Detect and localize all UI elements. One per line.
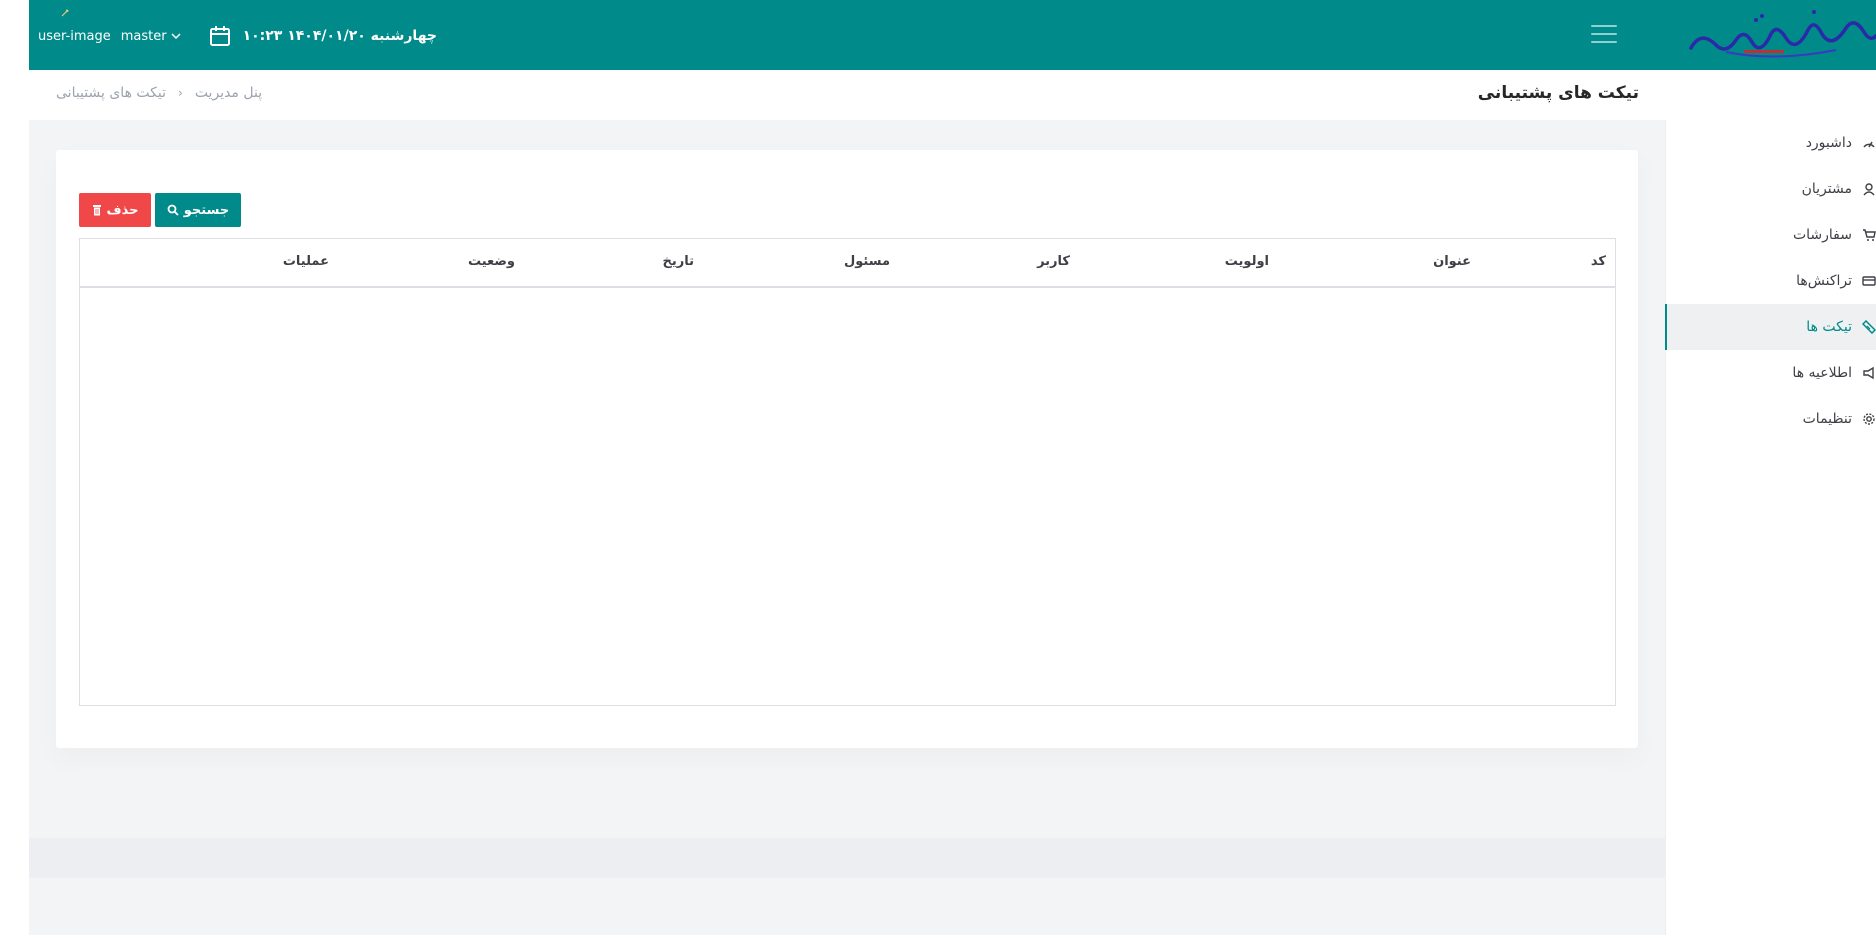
megaphone-icon (1863, 366, 1874, 380)
pin-icon (61, 9, 69, 17)
breadcrumb-current: تیکت های پشتیبانی (56, 85, 166, 101)
user-icon (1863, 183, 1875, 196)
breadcrumb: تیکت های پشتیبانی › پنل مدیریت (56, 85, 262, 101)
sidebar-item-dashboard[interactable]: داشبورد (1665, 120, 1876, 166)
sidebar-item-tickets[interactable]: تیکت ها (1665, 304, 1876, 350)
column-header-priority[interactable]: اولویت (1225, 254, 1269, 269)
delete-button[interactable]: حذف (79, 193, 151, 227)
table-header-row: کد عنوان اولویت کاربر مسئول تاریخ وضعیت … (80, 239, 1615, 288)
sidebar-item-customers[interactable]: مشتریان (1665, 166, 1876, 212)
sidebar-item-label: تنظیمات (1802, 411, 1852, 427)
column-header-assignee[interactable]: مسئول (844, 254, 890, 269)
gear-icon (1863, 413, 1875, 425)
sidebar-item-announcements[interactable]: اطلاعیه ها (1665, 350, 1876, 396)
user-image-label[interactable]: user-image (38, 29, 111, 44)
ticket-icon (1862, 320, 1876, 334)
chevron-down-icon[interactable] (171, 32, 181, 40)
column-header-status[interactable]: وضعیت (468, 254, 515, 269)
column-header-title[interactable]: عنوان (1433, 254, 1471, 269)
search-icon (167, 204, 179, 216)
column-header-date[interactable]: تاریخ (663, 254, 695, 269)
delete-button-label: حذف (106, 202, 139, 218)
sidebar-item-settings[interactable]: تنظیمات (1665, 396, 1876, 442)
tickets-table: کد عنوان اولویت کاربر مسئول تاریخ وضعیت … (79, 238, 1616, 706)
cart-icon (1863, 229, 1876, 241)
card-icon (1862, 276, 1876, 286)
column-header-user[interactable]: کاربر (1037, 254, 1070, 269)
page-footer (29, 838, 1665, 878)
chevron-right-icon: › (178, 86, 183, 100)
page-title: تیکت های پشتیبانی (1477, 83, 1639, 103)
sidebar-item-orders[interactable]: سفارشات (1665, 212, 1876, 258)
trash-icon (92, 205, 101, 216)
search-button-label: جستجو (183, 202, 230, 218)
sidebar-item-label: داشبورد (1805, 135, 1852, 151)
sidebar-item-label: تیکت ها (1806, 319, 1852, 335)
branch-selector[interactable]: master (121, 29, 167, 44)
search-button[interactable]: جستجو (155, 193, 241, 227)
column-header-actions[interactable]: عملیات (283, 254, 329, 269)
column-header-code[interactable]: کد (1591, 254, 1606, 269)
sidebar: داشبورد مشتریان سفارشات تراکنش‌ها تیکت ه… (1665, 120, 1876, 935)
sidebar-item-label: سفارشات (1792, 227, 1852, 243)
sidebar-item-transactions[interactable]: تراکنش‌ها (1665, 258, 1876, 304)
menu-toggle-icon[interactable] (1591, 25, 1617, 45)
sidebar-item-label: مشتریان (1801, 181, 1852, 197)
breadcrumb-root-link[interactable]: پنل مدیریت (195, 85, 262, 101)
header-datetime: چهارشنبه ۱۴۰۴/۰۱/۲۰ ۱۰:۲۳ (242, 28, 438, 44)
brand-logo[interactable] (1686, 0, 1876, 70)
page-left-gutter (0, 0, 29, 935)
sidebar-item-label: اطلاعیه ها (1792, 365, 1852, 381)
gauge-icon (1863, 141, 1875, 148)
header-left-group: user-image master چهارشنبه ۱۴۰۴/۰۱/۲۰ ۱۰… (38, 24, 437, 48)
sidebar-item-label: تراکنش‌ها (1796, 273, 1852, 289)
calendar-icon (209, 26, 230, 46)
